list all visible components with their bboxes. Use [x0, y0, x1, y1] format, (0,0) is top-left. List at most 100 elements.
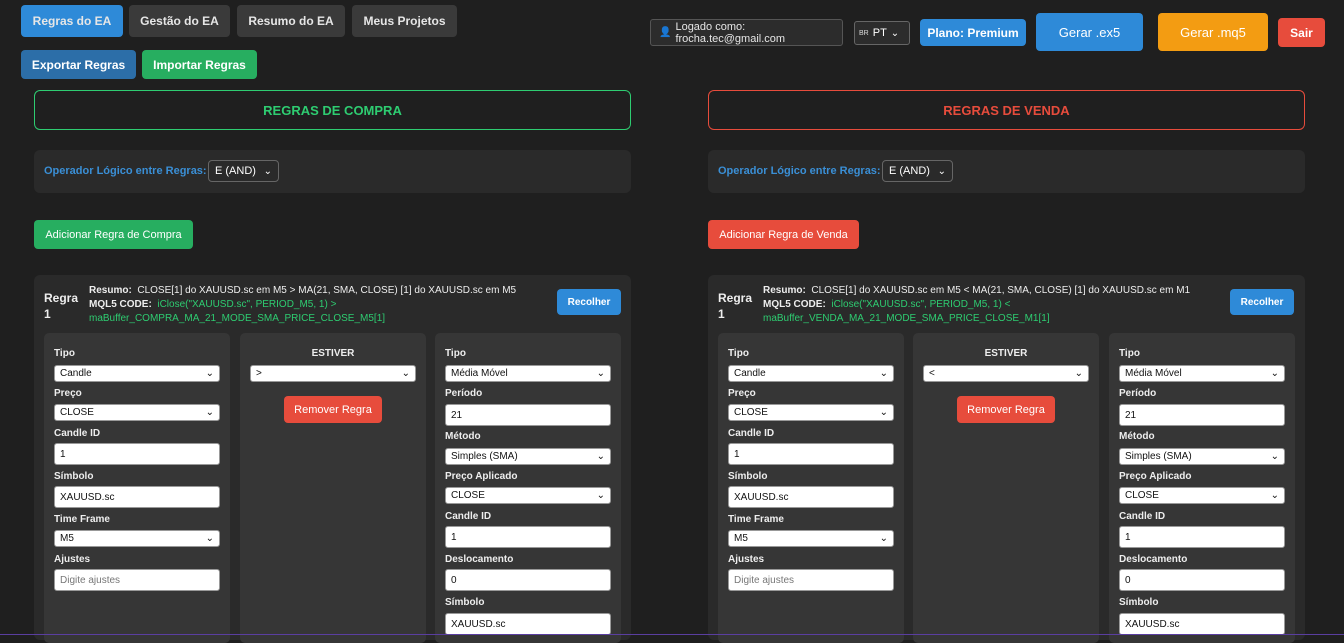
flag-icon: BR — [859, 29, 869, 37]
field-label: Método — [1119, 431, 1155, 442]
logout-button[interactable]: Sair — [1278, 18, 1325, 47]
buy-comparator: ESTIVER > ⌄ Remover Regra — [240, 333, 426, 643]
field-label: Preço — [54, 388, 82, 399]
field-label: Candle ID — [54, 428, 101, 439]
sell-operator-label: Operador Lógico entre Regras: — [718, 165, 881, 177]
add-sell-rule-button[interactable]: Adicionar Regra de Venda — [708, 220, 859, 249]
add-buy-rule-button[interactable]: Adicionar Regra de Compra — [34, 220, 193, 249]
sell-rule-summary: Resumo: CLOSE[1] do XAUUSD.sc em M5 < MA… — [763, 285, 1191, 324]
chevron-down-icon: ⌄ — [1270, 451, 1279, 462]
login-status: 👤 Logado como: frocha.tec@gmail.com — [650, 19, 843, 46]
sell-comparator-select[interactable]: < ⌄ — [923, 365, 1089, 382]
chevron-down-icon: ⌄ — [937, 165, 946, 177]
buy-operator-label: Operador Lógico entre Regras: — [44, 165, 207, 177]
buy-right-candle-input[interactable]: 1 — [445, 526, 611, 548]
generate-ex5-button[interactable]: Gerar .ex5 — [1036, 13, 1143, 51]
buy-rule-summary: Resumo: CLOSE[1] do XAUUSD.sc em M5 > MA… — [89, 285, 517, 324]
login-text: Logado como: frocha.tec@gmail.com — [675, 20, 786, 45]
chevron-down-icon: ⌄ — [263, 165, 272, 177]
field-label: Tipo — [54, 348, 75, 359]
buy-right-method-select[interactable]: Simples (SMA) ⌄ — [445, 448, 611, 465]
sell-operator-panel: Operador Lógico entre Regras: E (AND) ⌄ — [708, 150, 1305, 193]
sell-left-symbol-input[interactable]: XAUUSD.sc — [728, 486, 894, 508]
field-label: Deslocamento — [445, 554, 514, 565]
buy-operator-select[interactable]: E (AND) ⌄ — [208, 160, 279, 182]
sell-right-operand: Tipo Média Móvel ⌄ Período 21 Método Simp… — [1109, 333, 1295, 643]
field-label: Símbolo — [1119, 597, 1159, 608]
user-icon: 👤 — [659, 27, 672, 38]
buy-remove-rule-button[interactable]: Remover Regra — [284, 396, 382, 423]
sell-operator-value: E (AND) — [889, 165, 930, 177]
buy-left-symbol-input[interactable]: XAUUSD.sc — [54, 486, 220, 508]
buy-right-period-input[interactable]: 21 — [445, 404, 611, 426]
buy-comparator-select[interactable]: > ⌄ — [250, 365, 416, 382]
field-label: Método — [445, 431, 481, 442]
buy-left-type-select[interactable]: Candle ⌄ — [54, 365, 220, 382]
buy-right-shift-input[interactable]: 0 — [445, 569, 611, 591]
chevron-down-icon: ⌄ — [1270, 368, 1279, 379]
field-label: Ajustes — [54, 554, 91, 565]
sell-left-timeframe-select[interactable]: M5 ⌄ — [728, 530, 894, 547]
buy-right-type-select[interactable]: Média Móvel ⌄ — [445, 365, 611, 382]
tab-resumo-do-ea[interactable]: Resumo do EA — [237, 5, 345, 37]
tab-regras-do-ea[interactable]: Regras do EA — [21, 5, 123, 37]
buy-operator-panel: Operador Lógico entre Regras: E (AND) ⌄ — [34, 150, 631, 193]
sell-right-method-select[interactable]: Simples (SMA) ⌄ — [1119, 448, 1285, 465]
chevron-down-icon: ⌄ — [1270, 490, 1279, 501]
tab-meus-projetos[interactable]: Meus Projetos — [352, 5, 457, 37]
buy-collapse-button[interactable]: Recolher — [557, 289, 621, 315]
buy-left-price-select[interactable]: CLOSE ⌄ — [54, 404, 220, 421]
sell-operator-select[interactable]: E (AND) ⌄ — [882, 160, 953, 182]
buy-right-applied-price-select[interactable]: CLOSE ⌄ — [445, 487, 611, 504]
sell-right-candle-input[interactable]: 1 — [1119, 526, 1285, 548]
field-label: Preço Aplicado — [445, 471, 518, 482]
sell-rule-title: Regra 1 — [718, 291, 753, 321]
plan-badge[interactable]: Plano: Premium — [920, 19, 1026, 46]
chevron-down-icon: ⌄ — [596, 368, 605, 379]
sell-right-period-input[interactable]: 21 — [1119, 404, 1285, 426]
chevron-down-icon: ⌄ — [879, 533, 888, 544]
sell-left-operand: Tipo Candle ⌄ Preço CLOSE ⌄ Candle ID 1 Sí… — [718, 333, 904, 643]
field-label: Período — [445, 388, 483, 399]
language-select[interactable]: BR PT ⌄ — [854, 21, 910, 45]
field-label: Ajustes — [728, 554, 765, 565]
import-rules-button[interactable]: Importar Regras — [142, 50, 257, 79]
buy-operator-value: E (AND) — [215, 165, 256, 177]
export-rules-button[interactable]: Exportar Regras — [21, 50, 136, 79]
chevron-down-icon: ⌄ — [401, 368, 410, 379]
buy-rules-title: REGRAS DE COMPRA — [34, 90, 631, 130]
buy-rule-card: Regra 1 Resumo: CLOSE[1] do XAUUSD.sc em … — [34, 275, 631, 643]
sell-remove-rule-button[interactable]: Remover Regra — [957, 396, 1055, 423]
sell-right-shift-input[interactable]: 0 — [1119, 569, 1285, 591]
sell-collapse-button[interactable]: Recolher — [1230, 289, 1294, 315]
chevron-down-icon: ⌄ — [596, 451, 605, 462]
field-label: Candle ID — [728, 428, 775, 439]
field-label: Preço Aplicado — [1119, 471, 1192, 482]
sell-right-type-select[interactable]: Média Móvel ⌄ — [1119, 365, 1285, 382]
sell-left-type-select[interactable]: Candle ⌄ — [728, 365, 894, 382]
sell-right-symbol-input[interactable]: XAUUSD.sc — [1119, 613, 1285, 635]
buy-left-candle-input[interactable]: 1 — [54, 443, 220, 465]
buy-right-operand: Tipo Média Móvel ⌄ Período 21 Método Simp… — [435, 333, 621, 643]
buy-left-adjust-input[interactable]: Digite ajustes — [54, 569, 220, 591]
sell-left-adjust-input[interactable]: Digite ajustes — [728, 569, 894, 591]
field-label: Time Frame — [54, 514, 110, 525]
chevron-down-icon: ⌄ — [205, 533, 214, 544]
generate-mq5-button[interactable]: Gerar .mq5 — [1158, 13, 1268, 51]
sell-left-price-select[interactable]: CLOSE ⌄ — [728, 404, 894, 421]
chevron-down-icon: ⌄ — [879, 368, 888, 379]
sell-left-candle-input[interactable]: 1 — [728, 443, 894, 465]
chevron-down-icon: ⌄ — [879, 407, 888, 418]
field-label: Tipo — [445, 348, 466, 359]
tab-gestao-do-ea[interactable]: Gestão do EA — [129, 5, 230, 37]
sell-rule-card: Regra 1 Resumo: CLOSE[1] do XAUUSD.sc em … — [708, 275, 1305, 643]
sell-right-applied-price-select[interactable]: CLOSE ⌄ — [1119, 487, 1285, 504]
buy-left-timeframe-select[interactable]: M5 ⌄ — [54, 530, 220, 547]
field-label: Candle ID — [445, 511, 492, 522]
sell-rules-title: REGRAS DE VENDA — [708, 90, 1305, 130]
chevron-down-icon: ⌄ — [890, 27, 900, 39]
chevron-down-icon: ⌄ — [596, 490, 605, 501]
sell-comparator: ESTIVER < ⌄ Remover Regra — [913, 333, 1099, 643]
chevron-down-icon: ⌄ — [205, 368, 214, 379]
buy-right-symbol-input[interactable]: XAUUSD.sc — [445, 613, 611, 635]
